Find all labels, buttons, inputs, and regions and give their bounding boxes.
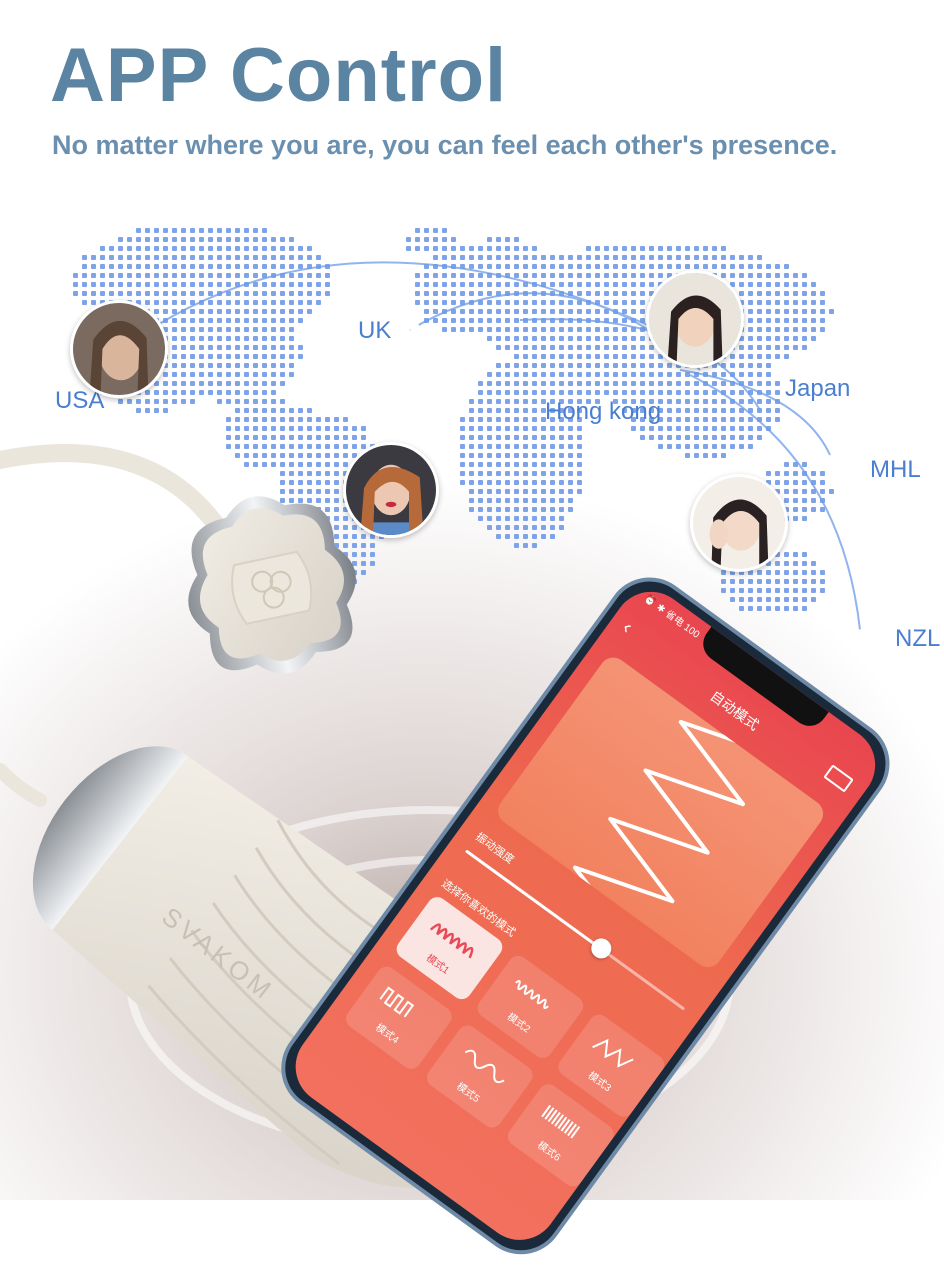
city-label-hongkong: Hong kong	[545, 398, 662, 425]
avatar-usa	[70, 300, 168, 398]
page-subtitle: No matter where you are, you can feel ea…	[52, 130, 838, 160]
page-title: APP Control	[50, 33, 508, 118]
avatar-japan	[646, 270, 744, 368]
city-label-japan: Japan	[785, 375, 851, 402]
city-label-uk: UK	[358, 317, 392, 344]
